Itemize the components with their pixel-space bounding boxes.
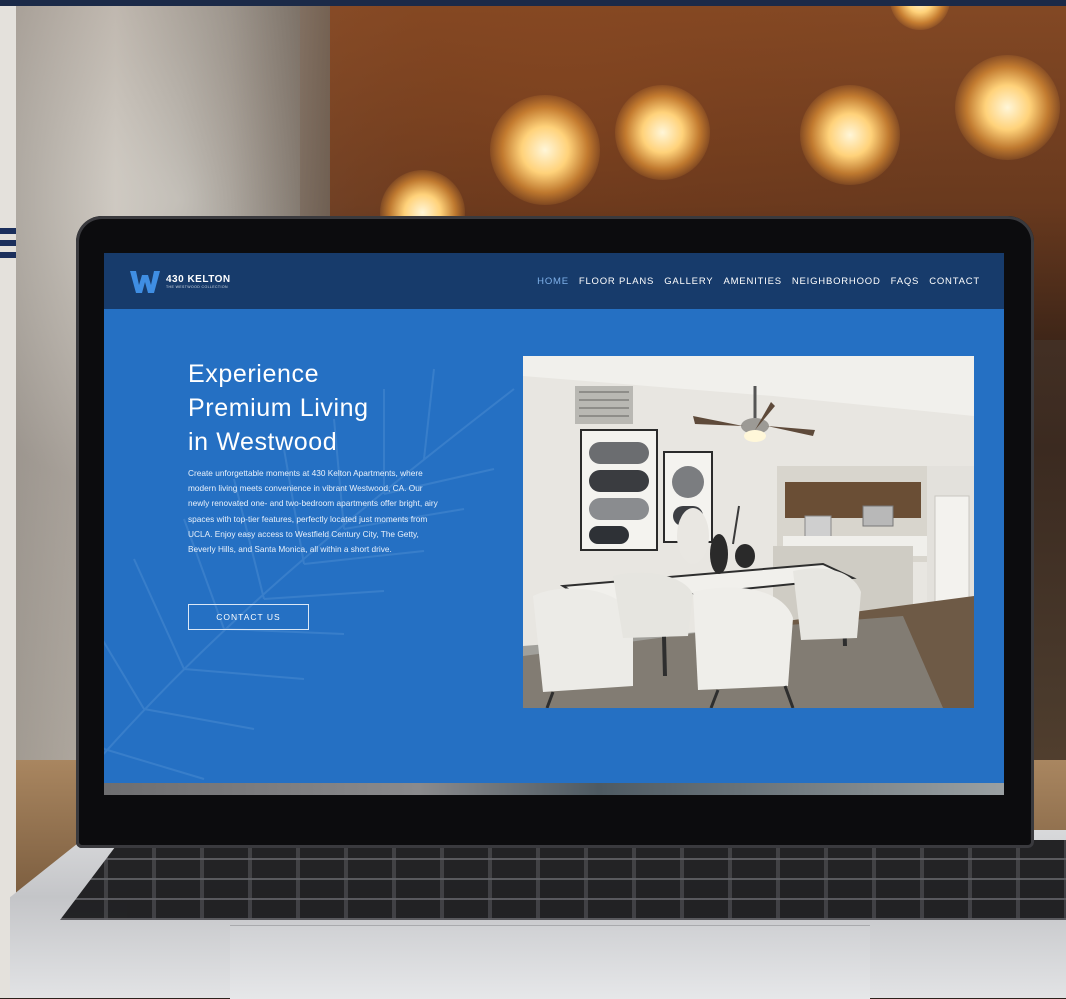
next-section-preview [104,783,1004,795]
contact-us-button[interactable]: CONTACT US [188,604,309,630]
nav-amenities[interactable]: AMENITIES [723,276,781,287]
light-bulb [490,95,600,205]
light-bulb [800,85,900,185]
light-bulb [615,85,710,180]
logo-tagline: THE WESTWOOD COLLECTION [166,285,228,289]
hero-title-line-1: Experience [188,360,320,388]
nav-contact[interactable]: CONTACT [929,276,980,287]
nav-gallery[interactable]: GALLERY [664,276,713,287]
laptop-keyboard [60,840,1066,920]
site-logo[interactable]: 430 KELTON THE WESTWOOD COLLECTION [130,271,231,293]
site-header: 430 KELTON THE WESTWOOD COLLECTION HOME … [104,253,1004,309]
apartment-dining-photo [523,356,974,708]
logo-name: 430 KELTON [166,274,231,285]
hero-title-line-3: in Westwood [188,428,338,456]
nav-floor-plans[interactable]: FLOOR PLANS [579,276,654,287]
hero-title-line-2: Premium Living [188,394,369,422]
w-logo-icon [130,271,160,293]
top-bar [0,0,1066,6]
laptop-trackpad [230,925,870,999]
nav-neighborhood[interactable]: NEIGHBORHOOD [792,276,881,287]
hero-description: Create unforgettable moments at 430 Kelt… [188,468,438,555]
laptop-screen: 430 KELTON THE WESTWOOD COLLECTION HOME … [104,253,1004,795]
hero-section: Experience Premium Living in Westwood Cr… [104,309,1004,783]
menu-icon[interactable] [0,228,16,266]
light-bulb [955,55,1060,160]
hero-title: Experience Premium Living in Westwood [188,357,488,459]
nav-home[interactable]: HOME [537,276,569,287]
page-edge-strip [0,0,16,998]
nav-faqs[interactable]: FAQS [891,276,920,287]
main-nav: HOME FLOOR PLANS GALLERY AMENITIES NEIGH… [537,276,980,287]
